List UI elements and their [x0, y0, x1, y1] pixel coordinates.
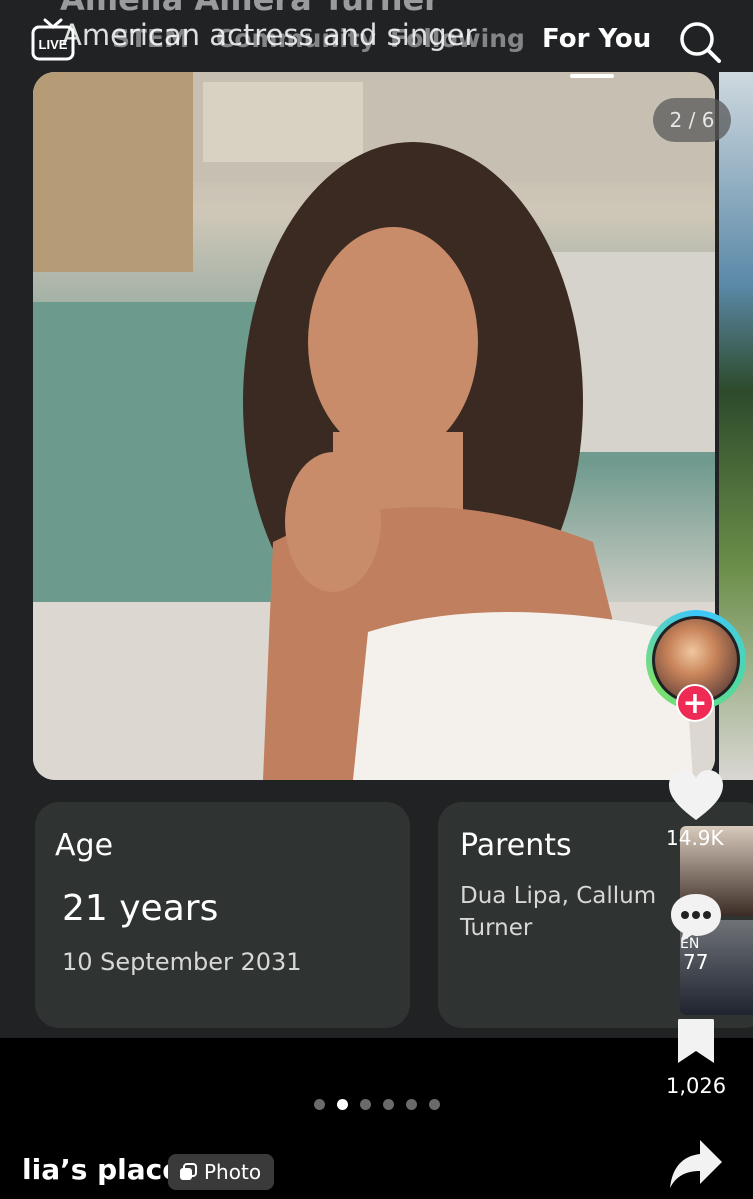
tab-stem[interactable]: STEM [112, 24, 189, 53]
post-photo[interactable] [33, 72, 715, 780]
birth-date: 10 September 2031 [62, 948, 302, 976]
live-label: LIVE [39, 37, 68, 52]
tab-for-you[interactable]: For You [542, 24, 651, 54]
bookmark-count: 1,026 [666, 1074, 727, 1098]
like-count: 14.9K [666, 826, 724, 850]
photo-stack-icon [180, 1163, 197, 1180]
carousel-dot[interactable] [337, 1099, 348, 1110]
photo-badge-label: Photo [204, 1160, 262, 1184]
app-screen: Amelia Amera Turner American actress and… [0, 0, 753, 1199]
live-tv-icon: LIVE [31, 18, 75, 61]
age-card: Age 21 years 10 September 2031 [35, 802, 410, 1028]
comment-count: 77 [683, 950, 709, 974]
parents-heading: Parents [460, 828, 572, 863]
follow-button[interactable]: + [676, 684, 714, 722]
carousel-dots [314, 1099, 440, 1110]
photo-badge: Photo [168, 1154, 274, 1190]
top-nav-tabs: STEM Community Following For You [112, 24, 651, 64]
share-arrow-icon [670, 1140, 722, 1188]
age-value: 21 years [62, 888, 219, 929]
tab-community[interactable]: Community [216, 24, 376, 53]
bookmark-button[interactable] [676, 1017, 716, 1065]
bookmark-icon [678, 1019, 714, 1063]
comment-button[interactable] [668, 890, 724, 944]
heart-icon [669, 770, 723, 820]
parents-value: Dua Lipa, Callum Turner [460, 883, 657, 941]
comment-icon [671, 894, 721, 942]
photo-counter: 2 / 6 [653, 98, 731, 142]
search-button[interactable] [678, 20, 722, 64]
live-button[interactable]: LIVE [30, 18, 76, 64]
carousel-dot[interactable] [360, 1099, 371, 1110]
photo-illustration [33, 72, 715, 780]
carousel-dot[interactable] [406, 1099, 417, 1110]
active-tab-indicator [570, 74, 614, 78]
age-heading: Age [55, 828, 114, 863]
carousel-dot[interactable] [429, 1099, 440, 1110]
creator-username[interactable]: lia’s place [22, 1153, 181, 1186]
search-icon [680, 22, 721, 63]
share-button[interactable] [668, 1138, 724, 1190]
tab-following[interactable]: Following [390, 24, 525, 53]
carousel-dot[interactable] [314, 1099, 325, 1110]
profile-title: Amelia Amera Turner [60, 0, 440, 18]
like-button[interactable] [667, 768, 725, 822]
carousel-dot[interactable] [383, 1099, 394, 1110]
